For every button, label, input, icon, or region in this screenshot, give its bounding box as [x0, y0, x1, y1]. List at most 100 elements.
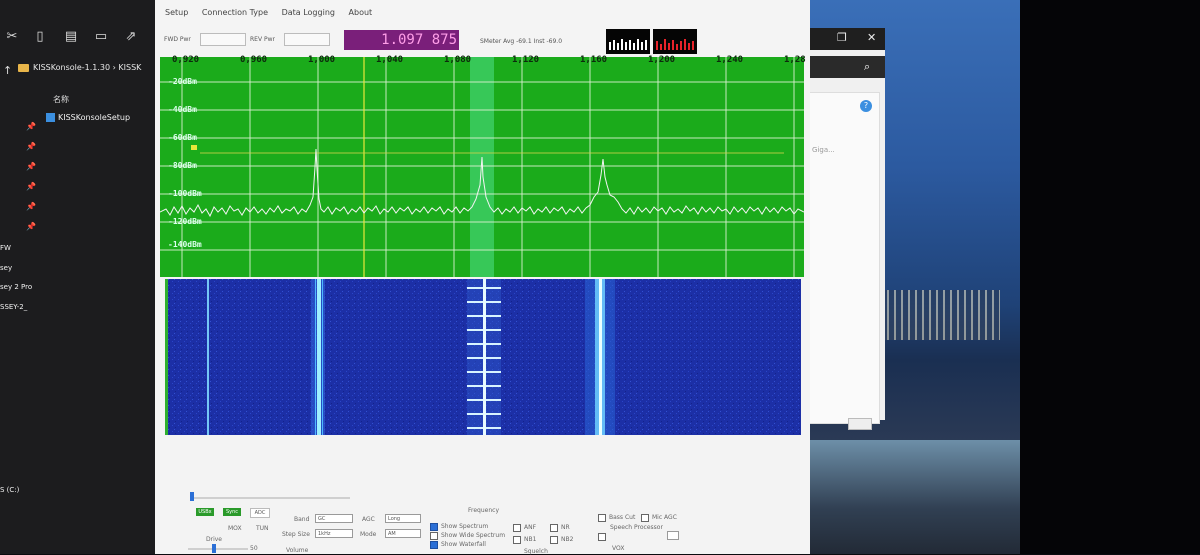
nb2-label: NB2 [561, 536, 574, 543]
up-arrow-icon[interactable]: ↑ [3, 64, 12, 77]
adc-button[interactable]: ADC [250, 508, 270, 518]
band-label: Band [294, 516, 310, 523]
share-icon[interactable]: ⇗ [124, 30, 138, 44]
show-spectrum-label: Show Spectrum [441, 523, 489, 530]
db-label: -60dBm [168, 133, 197, 142]
drive-slider2-thumb[interactable] [212, 544, 216, 553]
search-icon[interactable]: ⌕ [864, 60, 870, 74]
folder-icon [18, 63, 29, 72]
freq-tick-label: 0,920 [172, 55, 200, 65]
bass-cut-checkbox[interactable] [598, 514, 606, 522]
background-window-button[interactable] [848, 418, 872, 430]
pin-icon: 📌 [26, 222, 36, 231]
spectrum-svg [160, 57, 804, 277]
db-label: -100dBm [168, 189, 202, 198]
wallpaper-sea [800, 440, 1025, 554]
show-wide-spectrum-checkbox[interactable] [430, 532, 438, 540]
nb1-label: NB1 [524, 536, 537, 543]
smeter-readout: SMeter Avg -69.1 Inst -69.0 [480, 38, 563, 45]
freq-tick-label: 1,240 [716, 55, 744, 65]
menu-bar: Setup Connection Type Data Logging About [165, 8, 383, 24]
agc-select[interactable]: Long [385, 514, 421, 523]
frequency-group-label: Frequency [468, 507, 499, 514]
nav-item[interactable]: FW [0, 244, 11, 252]
copy-icon[interactable]: ▯ [33, 30, 47, 44]
bass-cut-label: Bass Cut [609, 514, 636, 521]
nav-item[interactable]: sey 2 Pro [0, 283, 32, 291]
rename-icon[interactable]: ▭ [94, 30, 108, 44]
column-header-name[interactable]: 名称 [53, 94, 69, 105]
nav-item[interactable]: SSEY-2_ [0, 303, 27, 311]
fwd-power-label: FWD Pwr [164, 36, 191, 43]
nb1-checkbox[interactable] [513, 536, 521, 544]
rev-power-field [284, 33, 330, 46]
drive-slider-track[interactable] [190, 497, 350, 499]
paste-icon[interactable]: ▤ [64, 30, 78, 44]
waterfall-display[interactable] [165, 279, 801, 435]
show-wide-spectrum-label: Show Wide Spectrum [441, 532, 506, 539]
freq-tick-label: 1,200 [648, 55, 676, 65]
mic-agc-checkbox[interactable] [641, 514, 649, 522]
mox-label[interactable]: MOX [228, 525, 242, 532]
nr-label: NR [561, 524, 570, 531]
menu-data-logging[interactable]: Data Logging [282, 8, 335, 17]
frequency-display[interactable]: 1.097 875 [344, 30, 459, 50]
usb-button[interactable]: USBx [196, 508, 214, 516]
file-name: KISSKonsoleSetup [58, 113, 131, 122]
speech-processor-checkbox[interactable] [598, 533, 606, 541]
menu-setup[interactable]: Setup [165, 8, 188, 17]
freq-tick-label: 1,080 [444, 55, 472, 65]
agc-label: AGC [362, 516, 375, 523]
drive-slider-thumb[interactable] [190, 492, 194, 501]
step-size-select[interactable]: 1kHz [315, 529, 353, 538]
menu-about[interactable]: About [349, 8, 373, 17]
db-label: -120dBm [168, 217, 202, 226]
show-waterfall-checkbox[interactable] [430, 541, 438, 549]
pin-icon: 📌 [26, 202, 36, 211]
freq-tick-label: 0,960 [240, 55, 268, 65]
step-size-label: Step Size [282, 531, 310, 538]
help-icon[interactable]: ? [860, 100, 872, 112]
speech-processor-spinner[interactable] [667, 531, 679, 540]
mode-select[interactable]: AM [385, 529, 421, 538]
squelch-marker[interactable] [191, 145, 197, 150]
file-item[interactable]: KISSKonsoleSetup [46, 113, 130, 122]
spectrum-display[interactable]: -20dBm -40dBm -60dBm -80dBm -100dBm -120… [160, 57, 804, 277]
drive-value: 50 [250, 545, 258, 552]
sync-button[interactable]: Sync [223, 508, 241, 516]
background-window-info: Giga... [812, 146, 835, 154]
band-select[interactable]: GC [315, 514, 353, 523]
background-window-titlebar[interactable]: ❐ ✕ [800, 28, 885, 50]
show-spectrum-checkbox[interactable] [430, 523, 438, 531]
freq-tick-label: 1,040 [376, 55, 404, 65]
anf-label: ANF [524, 524, 537, 531]
nr-checkbox[interactable] [550, 524, 558, 532]
pin-icon: 📌 [26, 122, 36, 131]
mode-label: Mode [360, 531, 377, 538]
db-label: -40dBm [168, 105, 197, 114]
db-label: -80dBm [168, 161, 197, 170]
tune-label[interactable]: TUN [256, 525, 269, 532]
installer-icon [46, 113, 55, 122]
maximize-icon[interactable]: ❐ [837, 31, 847, 44]
address-tail: KISSK [118, 63, 142, 72]
close-icon[interactable]: ✕ [867, 31, 876, 44]
cut-icon[interactable]: ✂ [5, 30, 19, 44]
address-bar[interactable]: KISSKonsole-1.1.30 › KISSK [18, 63, 178, 81]
nav-item[interactable]: sey [0, 264, 12, 272]
freq-tick-label: 1,160 [580, 55, 608, 65]
frequency-axis: 0,920 0,960 1,000 1,040 1,080 1,120 1,16… [160, 55, 808, 67]
menu-connection-type[interactable]: Connection Type [202, 8, 268, 17]
nb2-checkbox[interactable] [550, 536, 558, 544]
controls-panel: USBx Sync ADC MOX TUN Drive 50 Band GC S… [170, 435, 800, 555]
background-window-search[interactable]: ⌕ [800, 56, 885, 78]
nav-item-drive-c[interactable]: S (C:) [0, 486, 19, 494]
anf-checkbox[interactable] [513, 524, 521, 532]
power-meter-bar [653, 29, 697, 54]
address-path: KISSKonsole-1.1.30 [33, 63, 111, 72]
file-explorer: ✂ ▯ ▤ ▭ ⇗ ↑ KISSKonsole-1.1.30 › KISSK 名… [0, 0, 175, 554]
drive-slider2-track[interactable] [188, 548, 248, 550]
show-waterfall-label: Show Waterfall [441, 541, 486, 548]
vox-label: VOX [612, 545, 625, 552]
speech-processor-label: Speech Processor [610, 524, 663, 531]
